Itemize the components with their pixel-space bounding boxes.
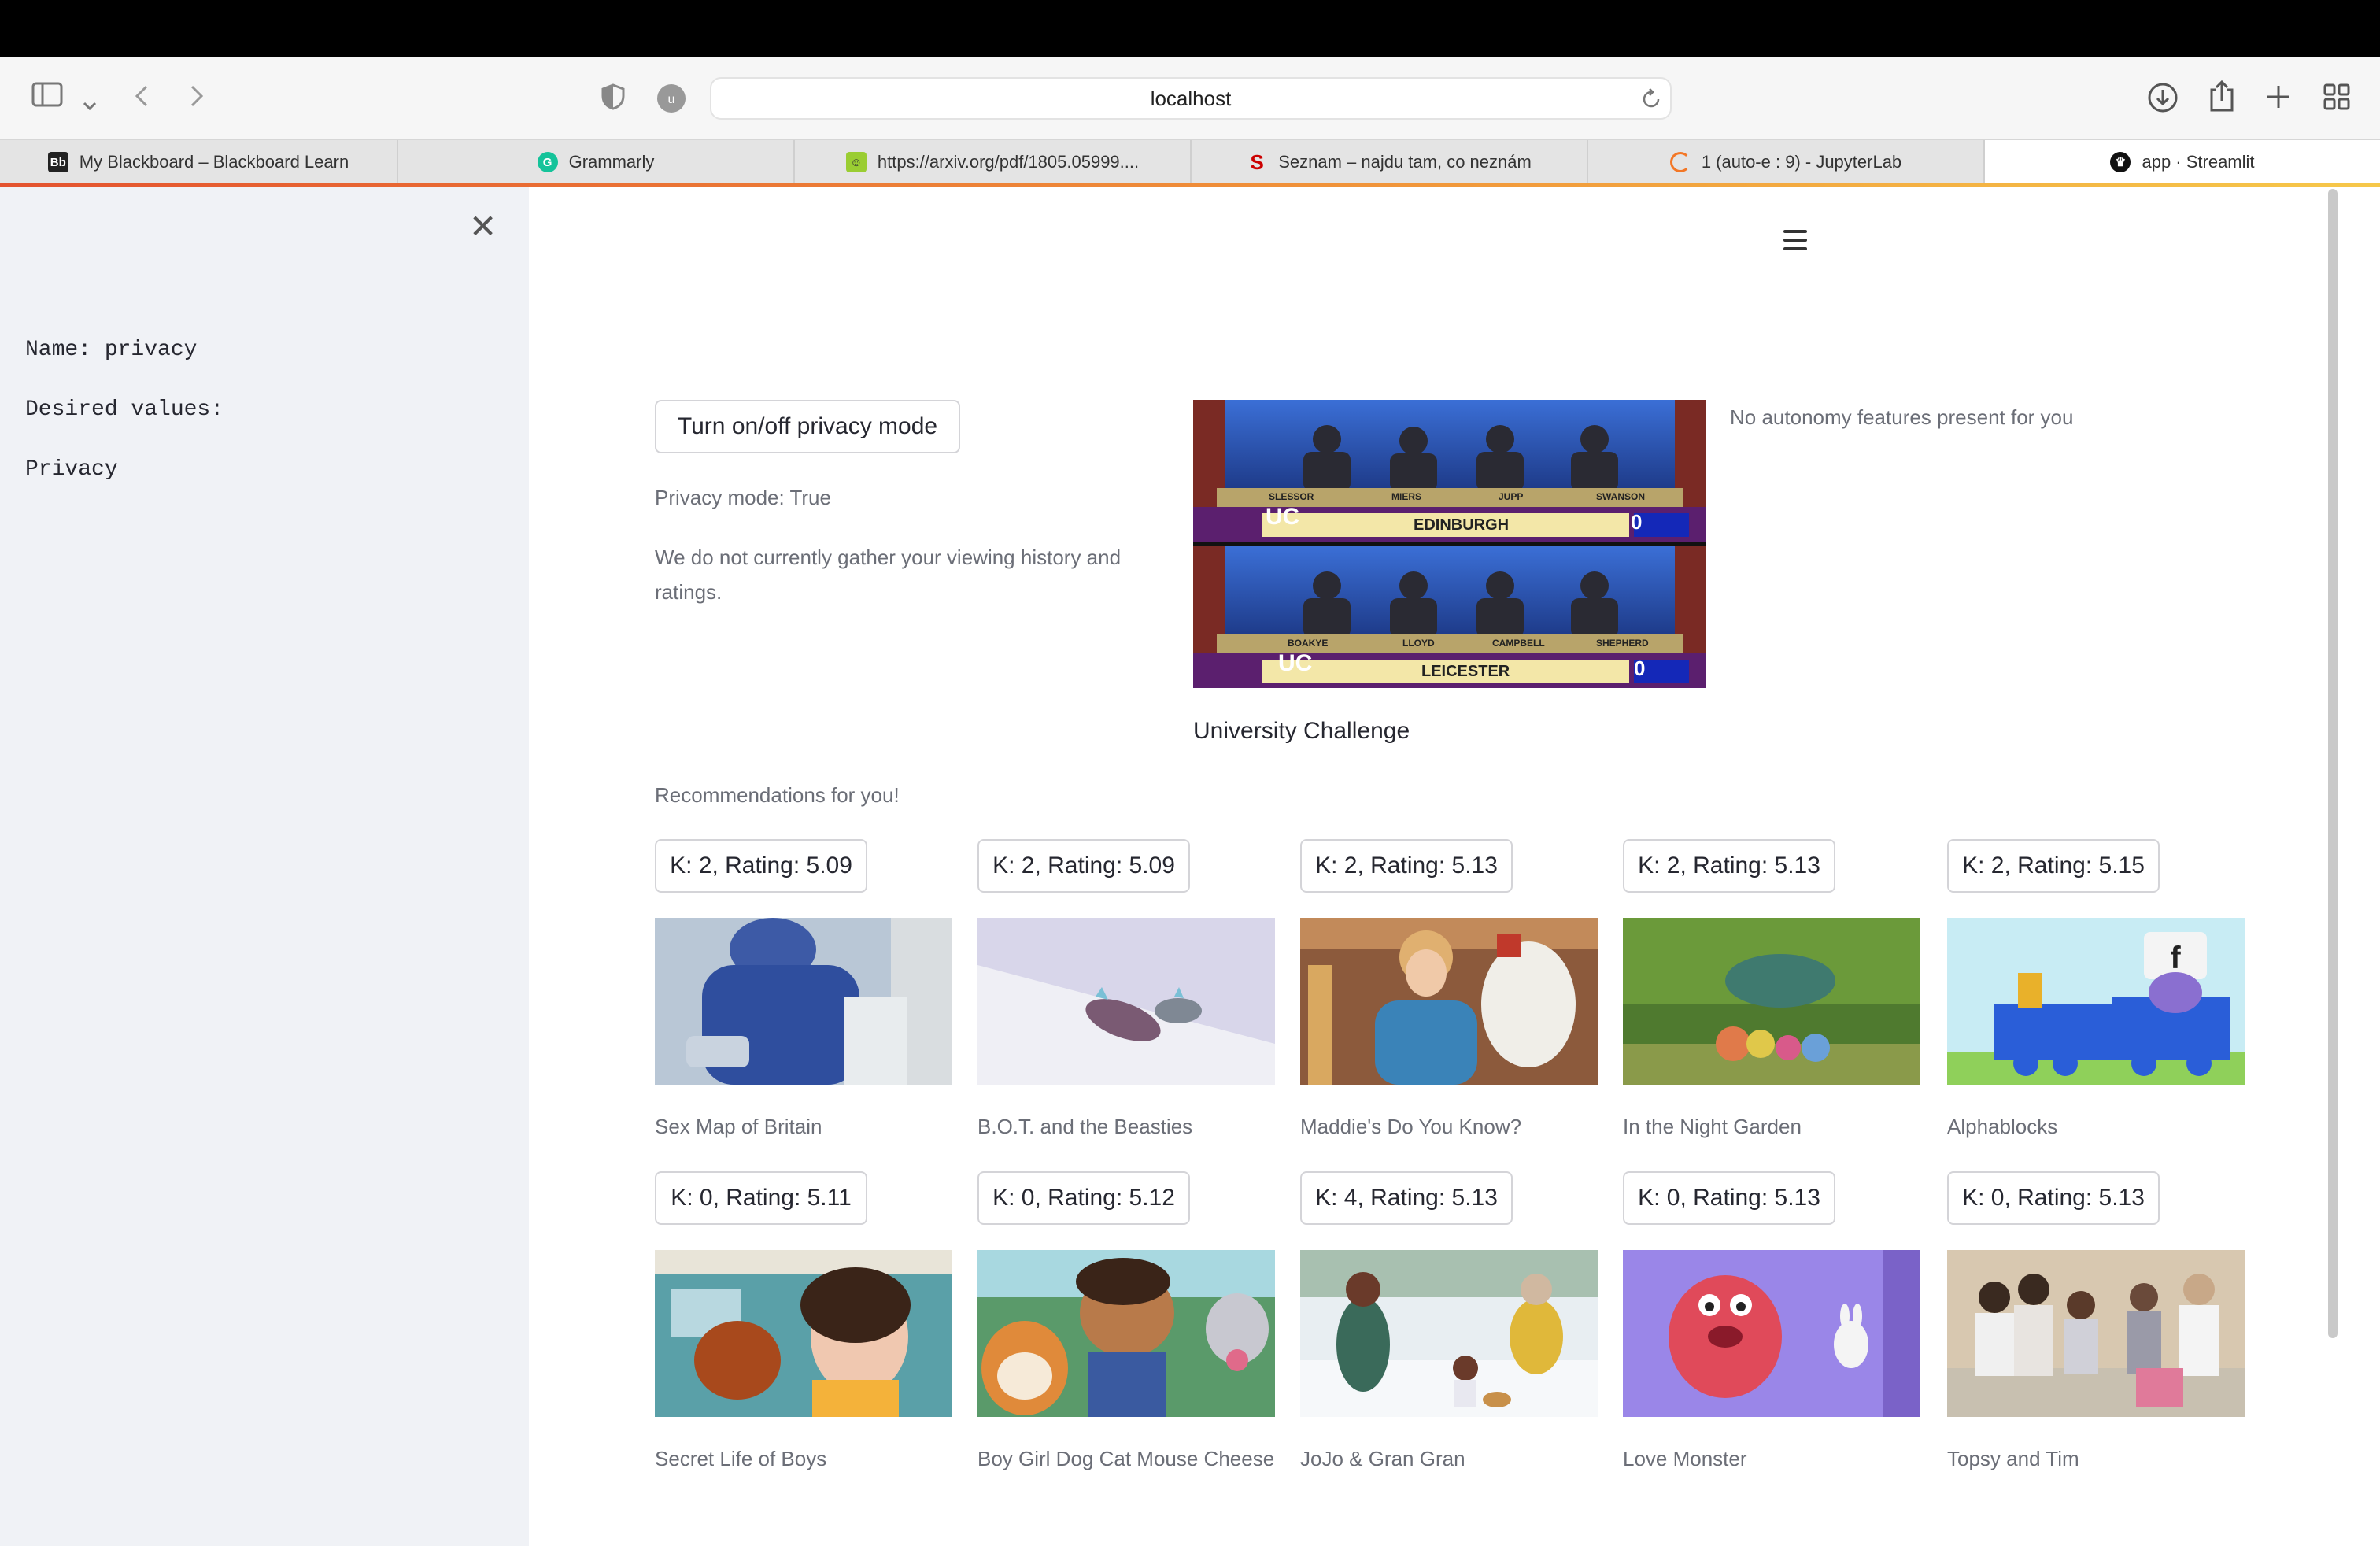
rating-button[interactable]: K: 0, Rating: 5.11: [655, 1171, 867, 1225]
reload-icon[interactable]: [1640, 87, 1662, 115]
window-top-bar: [0, 0, 2380, 57]
rating-button[interactable]: K: 0, Rating: 5.13: [1623, 1171, 1835, 1225]
show-thumbnail[interactable]: [655, 918, 952, 1085]
show-title: Love Monster: [1623, 1447, 1747, 1470]
uc-name: SHEPHERD: [1596, 638, 1649, 649]
show-title: Boy Girl Dog Cat Mouse Cheese: [978, 1447, 1275, 1470]
svg-text:f: f: [2170, 941, 2181, 975]
rating-button[interactable]: K: 0, Rating: 5.12: [978, 1171, 1190, 1225]
blackboard-icon: Bb: [47, 152, 68, 172]
show-title: Maddie's Do You Know?: [1300, 1115, 1522, 1138]
extension-icon[interactable]: u: [656, 83, 686, 118]
tab-seznam[interactable]: S Seznam – najdu tam, co neznám: [1192, 140, 1588, 184]
tab-jupyter[interactable]: 1 (auto-e : 9) - JupyterLab: [1588, 140, 1985, 184]
show-title: In the Night Garden: [1623, 1115, 1802, 1138]
download-icon[interactable]: [2147, 82, 2179, 118]
grammarly-icon: G: [537, 152, 558, 172]
tab-grammarly[interactable]: G Grammarly: [398, 140, 795, 184]
sidebar-name: Name: privacy: [25, 338, 198, 362]
recommendations-label: Recommendations for you!: [655, 783, 900, 807]
autonomy-note: No autonomy features present for you: [1730, 405, 2074, 429]
address-bar[interactable]: localhost: [710, 77, 1672, 120]
browser-toolbar: u localhost: [0, 57, 2380, 139]
show-thumbnail[interactable]: [655, 1250, 952, 1417]
show-thumbnail[interactable]: [1623, 918, 1920, 1085]
uc-team-bottom: LEICESTER: [1421, 663, 1510, 680]
uc-name: SLESSOR: [1269, 491, 1314, 502]
sidebar: ✕ Name: privacy Desired values: Privacy: [0, 187, 529, 1546]
tab-label: Grammarly: [568, 152, 655, 172]
sidebar-toggle-icon[interactable]: [31, 82, 63, 112]
rating-button[interactable]: K: 2, Rating: 5.13: [1300, 839, 1513, 893]
privacy-note: We do not currently gather your viewing …: [655, 546, 1122, 604]
tab-label: app · Streamlit: [2142, 152, 2255, 172]
rating-button[interactable]: K: 2, Rating: 5.09: [978, 839, 1190, 893]
tab-label: https://arxiv.org/pdf/1805.05999....: [877, 152, 1140, 172]
featured-show-title: University Challenge: [1193, 718, 1410, 744]
sidebar-desired-value: Privacy: [25, 457, 118, 482]
show-thumbnail[interactable]: [1300, 1250, 1598, 1417]
seznam-icon: S: [1250, 150, 1264, 174]
show-thumbnail[interactable]: [1300, 918, 1598, 1085]
back-icon[interactable]: [132, 83, 151, 113]
rating-button[interactable]: K: 4, Rating: 5.13: [1300, 1171, 1513, 1225]
scrollbar[interactable]: [2328, 189, 2338, 1338]
show-title: Topsy and Tim: [1947, 1447, 2079, 1470]
show-thumbnail[interactable]: [978, 1250, 1275, 1417]
jupyter-icon: [1669, 152, 1691, 172]
sidebar-desired-label: Desired values:: [25, 398, 224, 422]
rating-button[interactable]: K: 2, Rating: 5.15: [1947, 839, 2160, 893]
uc-name: JUPP: [1499, 491, 1524, 502]
arxiv-icon: ☺: [845, 152, 867, 172]
tab-bar: Bb My Blackboard – Blackboard Learn G Gr…: [0, 139, 2380, 184]
tab-arxiv[interactable]: ☺ https://arxiv.org/pdf/1805.05999....: [795, 140, 1192, 184]
rating-button[interactable]: K: 2, Rating: 5.09: [655, 839, 867, 893]
show-thumbnail[interactable]: [978, 918, 1275, 1085]
streamlit-icon: ♛: [2110, 152, 2131, 172]
menu-icon[interactable]: [1783, 230, 1807, 256]
uc-logo-top: UC: [1266, 504, 1300, 530]
privacy-mode-button[interactable]: Turn on/off privacy mode: [655, 400, 960, 453]
chevron-down-icon[interactable]: [82, 88, 98, 117]
tab-label: 1 (auto-e : 9) - JupyterLab: [1701, 152, 1902, 172]
tab-overview-icon[interactable]: [2323, 83, 2350, 115]
show-title: B.O.T. and the Beasties: [978, 1115, 1193, 1138]
tab-blackboard[interactable]: Bb My Blackboard – Blackboard Learn: [0, 140, 398, 184]
uc-name: SWANSON: [1596, 491, 1646, 502]
uc-name: BOAKYE: [1288, 638, 1329, 649]
tab-label: Seznam – najdu tam, co neznám: [1278, 152, 1532, 172]
uc-name: MIERS: [1391, 491, 1422, 502]
rating-button[interactable]: K: 2, Rating: 5.13: [1623, 839, 1835, 893]
svg-text:u: u: [668, 93, 675, 106]
uc-logo-bottom: UC: [1278, 650, 1313, 676]
tab-label: My Blackboard – Blackboard Learn: [79, 152, 349, 172]
shield-icon[interactable]: [601, 83, 625, 115]
uc-team-top: EDINBURGH: [1414, 516, 1510, 534]
show-thumbnail[interactable]: [1623, 1250, 1920, 1417]
uc-name: LLOYD: [1402, 638, 1435, 649]
share-icon[interactable]: [2208, 79, 2235, 118]
close-icon[interactable]: ✕: [469, 210, 497, 243]
uc-score-bottom: 0: [1634, 656, 1646, 680]
show-title: Secret Life of Boys: [655, 1447, 827, 1470]
featured-show-image[interactable]: UC EDINBURGH 0 SLESSOR MIERS JUPP SWANSO…: [1193, 400, 1706, 688]
show-title: JoJo & Gran Gran: [1300, 1447, 1465, 1470]
show-title: Sex Map of Britain: [655, 1115, 822, 1138]
tab-streamlit[interactable]: ♛ app · Streamlit: [1985, 140, 2380, 184]
forward-icon[interactable]: [187, 83, 206, 113]
show-thumbnail[interactable]: [1947, 1250, 2245, 1417]
uc-score-top: 0: [1631, 510, 1643, 534]
privacy-status: Privacy mode: True: [655, 486, 831, 509]
rating-button[interactable]: K: 0, Rating: 5.13: [1947, 1171, 2160, 1225]
new-tab-icon[interactable]: [2265, 83, 2292, 115]
show-title: Alphablocks: [1947, 1115, 2058, 1138]
uc-name: CAMPBELL: [1492, 638, 1545, 649]
show-thumbnail[interactable]: f: [1947, 918, 2245, 1085]
